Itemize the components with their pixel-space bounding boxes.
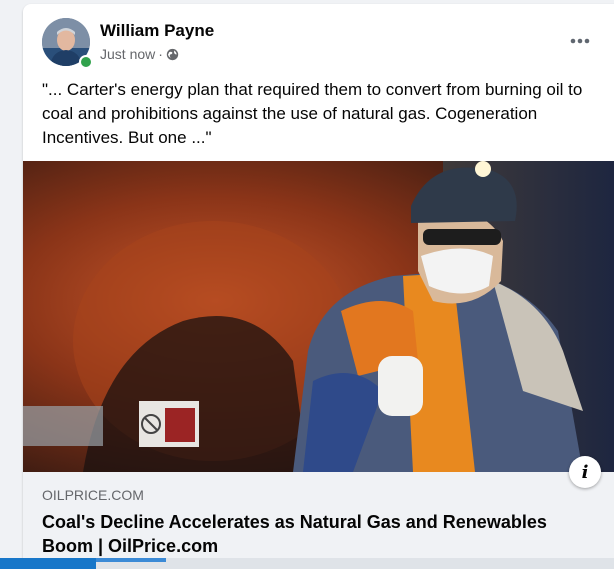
link-preview-image[interactable] [23, 161, 614, 472]
link-domain: OILPRICE.COM [42, 487, 144, 503]
taskbar-accent-secondary [96, 558, 166, 562]
post-header: William Payne Just now · [23, 4, 614, 74]
online-status-indicator [79, 55, 93, 69]
globe-icon[interactable] [166, 48, 179, 61]
taskbar-strip [0, 558, 614, 569]
info-icon[interactable]: i [569, 456, 601, 488]
more-horizontal-icon [570, 38, 590, 44]
link-preview-meta[interactable]: OILPRICE.COM Coal's Decline Accelerates … [23, 472, 614, 564]
taskbar-accent [0, 558, 96, 569]
meta-separator: · [158, 46, 163, 62]
link-title[interactable]: Coal's Decline Accelerates as Natural Ga… [42, 510, 602, 558]
author-name[interactable]: William Payne [100, 21, 214, 41]
post-text: "... Carter's energy plan that required … [42, 80, 583, 147]
more-options-button[interactable] [567, 28, 593, 54]
post-card: William Payne Just now · "... Carter's e… [23, 4, 614, 564]
post-timestamp[interactable]: Just now [100, 46, 155, 62]
post-meta: Just now · [100, 46, 179, 62]
miner-photo [23, 161, 614, 472]
